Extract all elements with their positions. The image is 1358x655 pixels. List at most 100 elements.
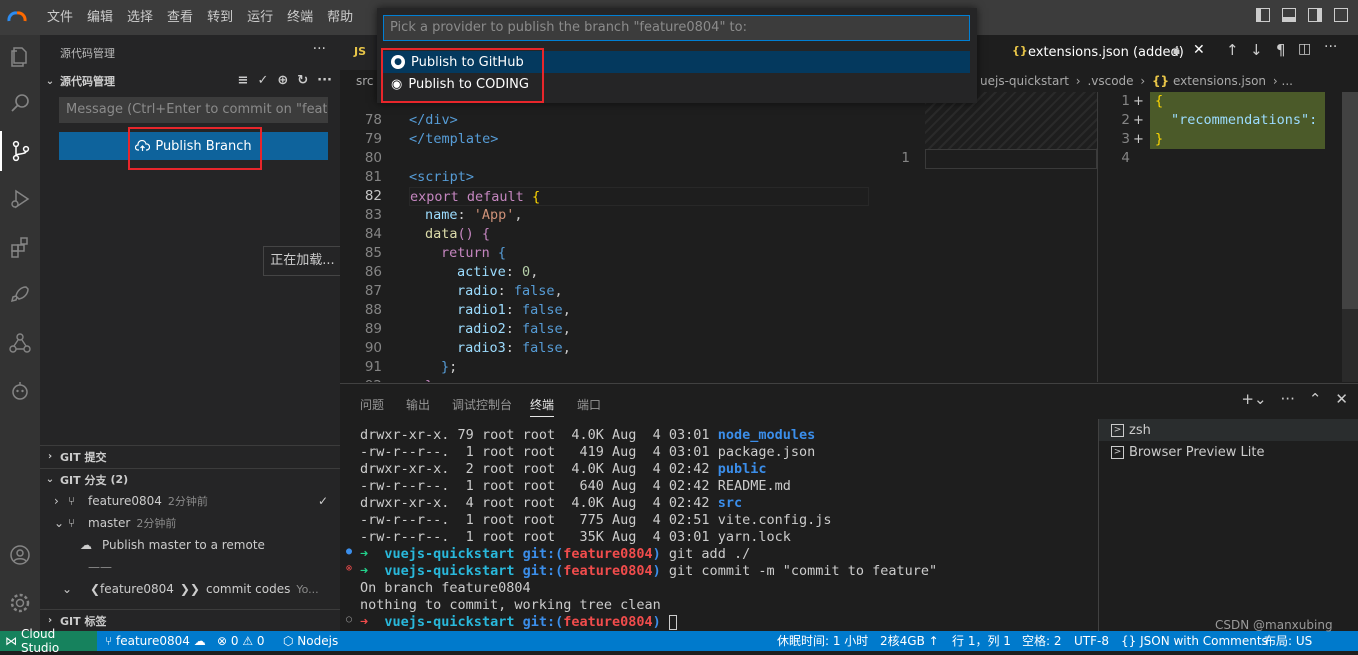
remote-indicator[interactable]: ⋈ Cloud Studio bbox=[0, 627, 97, 655]
terminal-line: -rw-r--r--. 1 root root 419 Aug 4 03:01 … bbox=[360, 444, 816, 460]
chevron-right-icon: › bbox=[54, 494, 59, 508]
tab-output[interactable]: 输出 bbox=[406, 396, 430, 413]
settings-gear-icon[interactable] bbox=[0, 583, 40, 623]
json-file-icon: {} bbox=[1152, 74, 1170, 88]
chevron-down-icon: ⌄ bbox=[45, 474, 55, 485]
cloud-studio-logo-icon bbox=[7, 11, 27, 22]
cpu-status[interactable]: 2核4GB ↑ bbox=[880, 631, 939, 651]
current-branch-check-icon: ✓ bbox=[317, 494, 328, 508]
tag-left-icon: ❮ bbox=[90, 582, 101, 596]
tab-terminal[interactable]: 终端 bbox=[530, 396, 555, 417]
new-terminal-icon[interactable]: +⌄ bbox=[1241, 390, 1266, 408]
refresh-icon[interactable]: ↻ bbox=[297, 70, 308, 92]
remote-icon: ⋈ bbox=[5, 634, 17, 648]
tab-ports[interactable]: 端口 bbox=[577, 396, 601, 413]
globe-icon[interactable]: ⊕ bbox=[277, 70, 288, 92]
more-icon[interactable]: ··· bbox=[1324, 39, 1337, 55]
loading-tooltip: 正在加载... bbox=[263, 246, 342, 276]
toggle-secondary-sidebar-icon[interactable] bbox=[1308, 8, 1322, 22]
menu-run[interactable]: 运行 bbox=[240, 0, 280, 35]
arrow-up-icon[interactable]: ↑ bbox=[1226, 41, 1239, 59]
menu-go[interactable]: 转到 bbox=[200, 0, 240, 35]
terminal-item-browser-preview[interactable]: > Browser Preview Lite bbox=[1111, 441, 1265, 463]
error-dot-icon: ⊗ bbox=[346, 563, 353, 574]
tab-extensions-json[interactable]: extensions.json (added) bbox=[1028, 45, 1184, 60]
layout-controls bbox=[1256, 8, 1348, 22]
cloud-resource-icon[interactable] bbox=[0, 323, 40, 363]
account-icon[interactable] bbox=[0, 535, 40, 575]
tab-problems[interactable]: 问题 bbox=[360, 396, 384, 413]
status-bar: ⋈ Cloud Studio ⑂ feature0804 ☁ ⊗ 0 ⚠ 0 ⬡… bbox=[0, 618, 1358, 655]
menu-selection[interactable]: 选择 bbox=[120, 0, 160, 35]
bottom-panel: 问题 输出 调试控制台 终端 端口 +⌄ ··· ⌃ ✕ drwxr-xr-x.… bbox=[340, 383, 1358, 631]
git-branch-icon: ⑂ bbox=[68, 516, 76, 530]
close-panel-icon[interactable]: ✕ bbox=[1335, 390, 1348, 408]
commit-check-icon[interactable]: ✓ bbox=[257, 70, 268, 92]
publish-master-item[interactable]: ☁ Publish master to a remote bbox=[80, 534, 265, 556]
indentation-status[interactable]: 空格: 2 bbox=[1022, 631, 1062, 651]
terminal-list: > zsh > Browser Preview Lite bbox=[1098, 419, 1358, 631]
view-as-list-icon[interactable]: ≡ bbox=[238, 70, 249, 92]
source-control-section-header[interactable]: ⌄ 源代码管理 ≡ ✓ ⊕ ↻ ··· bbox=[40, 70, 340, 92]
menu-help[interactable]: 帮助 bbox=[320, 0, 360, 35]
tree-divider: —— bbox=[88, 560, 112, 574]
tab-debug-console[interactable]: 调试控制台 bbox=[452, 396, 512, 413]
arrow-down-icon[interactable]: ↓ bbox=[1250, 41, 1263, 59]
assistant-robot-icon[interactable] bbox=[0, 371, 40, 411]
explorer-icon[interactable] bbox=[0, 37, 40, 77]
source-control-actions: ≡ ✓ ⊕ ↻ ··· bbox=[238, 70, 332, 92]
source-control-icon[interactable] bbox=[0, 131, 40, 171]
env-status[interactable]: ⬡ Nodejs bbox=[283, 631, 338, 651]
branch-item-master[interactable]: ⌄ ⑂ master 2分钟前 bbox=[54, 512, 176, 534]
cloud-upload-icon: ☁ bbox=[80, 538, 92, 552]
terminal-icon: > bbox=[1111, 423, 1124, 437]
pilcrow-icon[interactable]: ¶ bbox=[1276, 41, 1286, 59]
toggle-sidebar-icon[interactable] bbox=[1256, 8, 1270, 22]
menu-terminal[interactable]: 终端 bbox=[280, 0, 320, 35]
breadcrumb-left[interactable]: src bbox=[356, 70, 374, 92]
breadcrumb-right: uejs-quickstart › .vscode › {} extension… bbox=[980, 74, 1293, 88]
chevron-right-icon: › bbox=[47, 451, 53, 462]
toggle-panel-icon[interactable] bbox=[1282, 8, 1296, 22]
terminal-line: -rw-r--r--. 1 root root 775 Aug 4 02:51 … bbox=[360, 512, 832, 528]
terminal-line: -rw-r--r--. 1 root root 35K Aug 4 03:01 … bbox=[360, 529, 791, 545]
cursor-position-status[interactable]: 行 1，列 1 bbox=[952, 631, 1011, 651]
diff-right-editor[interactable]: 1 2 3 4 + + + { "recommendations": } bbox=[1098, 92, 1358, 382]
branch-item-feature0804[interactable]: › ⑂ feature0804 2分钟前 ✓ bbox=[54, 490, 334, 512]
sleep-status[interactable]: 休眠时间: 1 小时 bbox=[777, 631, 868, 651]
menu-file[interactable]: 文件 bbox=[40, 0, 80, 35]
more-actions-icon[interactable]: ··· bbox=[313, 41, 326, 57]
git-commits-section-header[interactable]: › GIT 提交 bbox=[40, 445, 340, 467]
close-tab-icon[interactable]: ✕ bbox=[1193, 42, 1205, 58]
menu-view[interactable]: 查看 bbox=[160, 0, 200, 35]
js-file-icon[interactable]: JS bbox=[354, 45, 366, 58]
deploy-rocket-icon[interactable] bbox=[0, 275, 40, 315]
terminal-item-zsh[interactable]: > zsh bbox=[1099, 419, 1358, 441]
more-icon[interactable]: ··· bbox=[1281, 390, 1295, 408]
encoding-status[interactable]: UTF-8 bbox=[1074, 631, 1109, 651]
search-icon[interactable] bbox=[0, 83, 40, 123]
chevron-right-icon: › bbox=[47, 615, 53, 626]
git-branches-section-header[interactable]: ⌄ GIT 分支 (2) bbox=[40, 468, 340, 490]
extensions-icon[interactable] bbox=[0, 227, 40, 267]
split-editor-icon[interactable]: ◫ bbox=[1298, 41, 1311, 57]
terminal-line: drwxr-xr-x. 4 root root 4.0K Aug 4 02:42… bbox=[360, 495, 743, 511]
branch-status[interactable]: ⑂ feature0804 ☁ bbox=[105, 631, 206, 651]
terminal-line: drwxr-xr-x. 2 root root 4.0K Aug 4 02:42… bbox=[360, 461, 767, 477]
customize-layout-icon[interactable] bbox=[1334, 8, 1348, 22]
run-debug-icon[interactable] bbox=[0, 179, 40, 219]
terminal-line: -rw-r--r--. 1 root root 640 Aug 4 02:42 … bbox=[360, 478, 791, 494]
scrollbar-thumb[interactable] bbox=[1342, 92, 1358, 309]
commit-message-input[interactable]: Message (Ctrl+Enter to commit on "featur… bbox=[59, 97, 328, 123]
more-icon[interactable]: ··· bbox=[317, 70, 332, 92]
success-dot-icon: ● bbox=[346, 546, 353, 557]
maximize-panel-icon[interactable]: ⌃ bbox=[1309, 390, 1322, 408]
problems-status[interactable]: ⊗ 0 ⚠ 0 bbox=[217, 631, 265, 651]
quickpick-input[interactable]: Pick a provider to publish the branch "f… bbox=[383, 15, 970, 41]
commit-item[interactable]: ⌄ ❮ feature0804 ❯❯ commit codes Yo... bbox=[62, 578, 319, 600]
right-editor-tabs: {} extensions.json (added) 🔒︎ ✕ ↑ ↓ ¶ ◫ … bbox=[1000, 35, 1358, 70]
menu-edit[interactable]: 编辑 bbox=[80, 0, 120, 35]
json-file-icon: {} bbox=[1012, 44, 1028, 57]
activity-bar bbox=[0, 35, 40, 631]
highlight-box bbox=[381, 48, 544, 103]
